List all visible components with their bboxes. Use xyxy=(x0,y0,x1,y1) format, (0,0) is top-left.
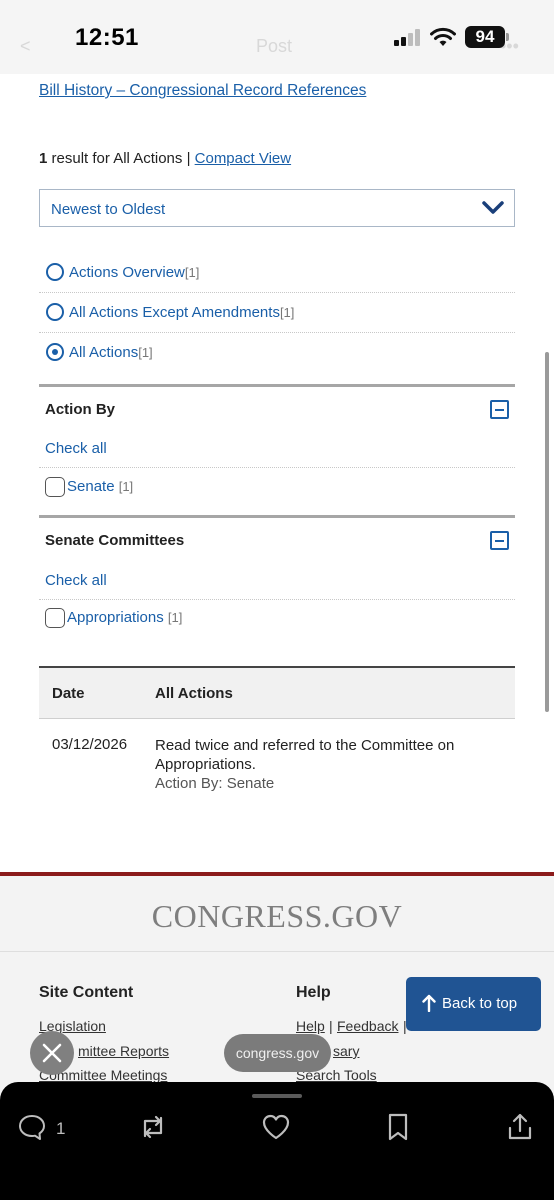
reply-count: 1 xyxy=(56,1119,66,1138)
facet-item-senate[interactable]: Senate [1] xyxy=(45,477,133,497)
action-cell: Read twice and referred to the Committee… xyxy=(155,736,495,793)
footer-heading-help: Help xyxy=(296,984,331,1001)
logo-band: CONGRESS.GOV xyxy=(0,876,554,952)
radio-button[interactable] xyxy=(46,303,64,321)
radio-button[interactable] xyxy=(46,263,64,281)
drag-handle[interactable] xyxy=(252,1094,302,1098)
share-icon[interactable] xyxy=(505,1112,535,1142)
facet-item-count: [1] xyxy=(118,479,134,494)
back-chevron-ghost-icon: < xyxy=(20,36,31,56)
facet-divider xyxy=(39,515,515,518)
chevron-down-icon xyxy=(482,201,504,214)
action-text: Read twice and referred to the Committee… xyxy=(155,737,455,773)
filter-all-actions[interactable]: All Actions[1] xyxy=(39,333,515,373)
scrollbar-thumb[interactable] xyxy=(545,352,549,712)
footer-link-glossary[interactable]: sary xyxy=(333,1043,359,1059)
arrow-up-icon xyxy=(422,994,436,1012)
reply-icon[interactable] xyxy=(17,1112,47,1142)
column-header-all-actions: All Actions xyxy=(155,685,233,702)
result-text: result for All Actions | xyxy=(47,150,195,167)
check-all-link[interactable]: Check all xyxy=(45,440,107,457)
radio-button-selected[interactable] xyxy=(46,343,64,361)
action-by: Action By: Senate xyxy=(155,775,275,792)
close-browser-button[interactable] xyxy=(30,1031,74,1075)
facet-item-appropriations[interactable]: Appropriations [1] xyxy=(45,608,182,628)
filter-label: All Actions xyxy=(69,344,139,361)
url-pill[interactable]: congress.gov xyxy=(224,1034,331,1072)
footer-heading-site-content: Site Content xyxy=(39,984,134,1001)
checkbox[interactable] xyxy=(45,608,65,628)
actions-table: Date All Actions 03/12/2026 Read twice a… xyxy=(39,666,515,809)
congress-gov-logo[interactable]: CONGRESS.GOV xyxy=(152,898,402,935)
cellular-signal-icon xyxy=(394,28,422,46)
filter-label: Actions Overview xyxy=(69,264,185,281)
sort-selected-value: Newest to Oldest xyxy=(51,201,166,218)
footer-link-help[interactable]: Help xyxy=(296,1018,325,1034)
filter-count: [1] xyxy=(184,265,200,280)
facet-item-label: Senate xyxy=(67,478,115,495)
checkbox[interactable] xyxy=(45,477,65,497)
battery-indicator: 94 xyxy=(465,26,509,48)
footer-link-committee-reports[interactable]: mittee Reports xyxy=(78,1043,169,1059)
repost-icon[interactable] xyxy=(138,1112,168,1142)
like-heart-icon[interactable] xyxy=(261,1112,291,1142)
dotted-divider xyxy=(39,599,515,600)
close-icon xyxy=(42,1043,62,1063)
filter-all-actions-except-amendments[interactable]: All Actions Except Amendments[1] xyxy=(39,293,515,333)
filter-count: [1] xyxy=(138,345,153,360)
bill-history-link[interactable]: Bill History – Congressional Record Refe… xyxy=(39,82,366,100)
bookmark-icon[interactable] xyxy=(383,1112,413,1142)
check-all-link[interactable]: Check all xyxy=(45,572,107,589)
facet-divider xyxy=(39,384,515,387)
wifi-icon xyxy=(430,27,456,46)
results-summary: 1 result for All Actions | Compact View xyxy=(39,150,291,167)
post-title-ghost: Post xyxy=(256,36,293,56)
post-action-bar: 1 xyxy=(0,1082,554,1200)
table-header: Date All Actions xyxy=(39,666,515,719)
facet-title-senate-committees: Senate Committees xyxy=(45,532,185,549)
status-time: 12:51 xyxy=(75,24,139,51)
facet-item-label: Appropriations xyxy=(67,609,164,626)
collapse-minus-icon[interactable] xyxy=(490,400,509,419)
filter-label: All Actions Except Amendments xyxy=(69,304,280,321)
filter-actions-overview[interactable]: Actions Overview[1] xyxy=(39,253,515,293)
back-to-top-label: Back to top xyxy=(442,995,518,1012)
compact-view-link[interactable]: Compact View xyxy=(195,150,291,167)
action-date: 03/12/2026 xyxy=(52,736,128,753)
footer-separator: | xyxy=(329,1018,333,1034)
table-row: 03/12/2026 Read twice and referred to th… xyxy=(39,719,515,809)
facet-item-count: [1] xyxy=(167,610,183,625)
status-bar: < Post ••• 12:51 94 xyxy=(0,0,554,74)
footer-link-feedback[interactable]: Feedback xyxy=(337,1018,398,1034)
facet-title-action-by: Action By xyxy=(45,401,116,418)
dotted-divider xyxy=(39,467,515,468)
filter-count: [1] xyxy=(279,305,295,320)
sort-order-select[interactable]: Newest to Oldest xyxy=(39,189,515,227)
back-to-top-button[interactable]: Back to top xyxy=(406,977,541,1031)
column-header-date: Date xyxy=(52,685,85,702)
collapse-minus-icon[interactable] xyxy=(490,531,509,550)
